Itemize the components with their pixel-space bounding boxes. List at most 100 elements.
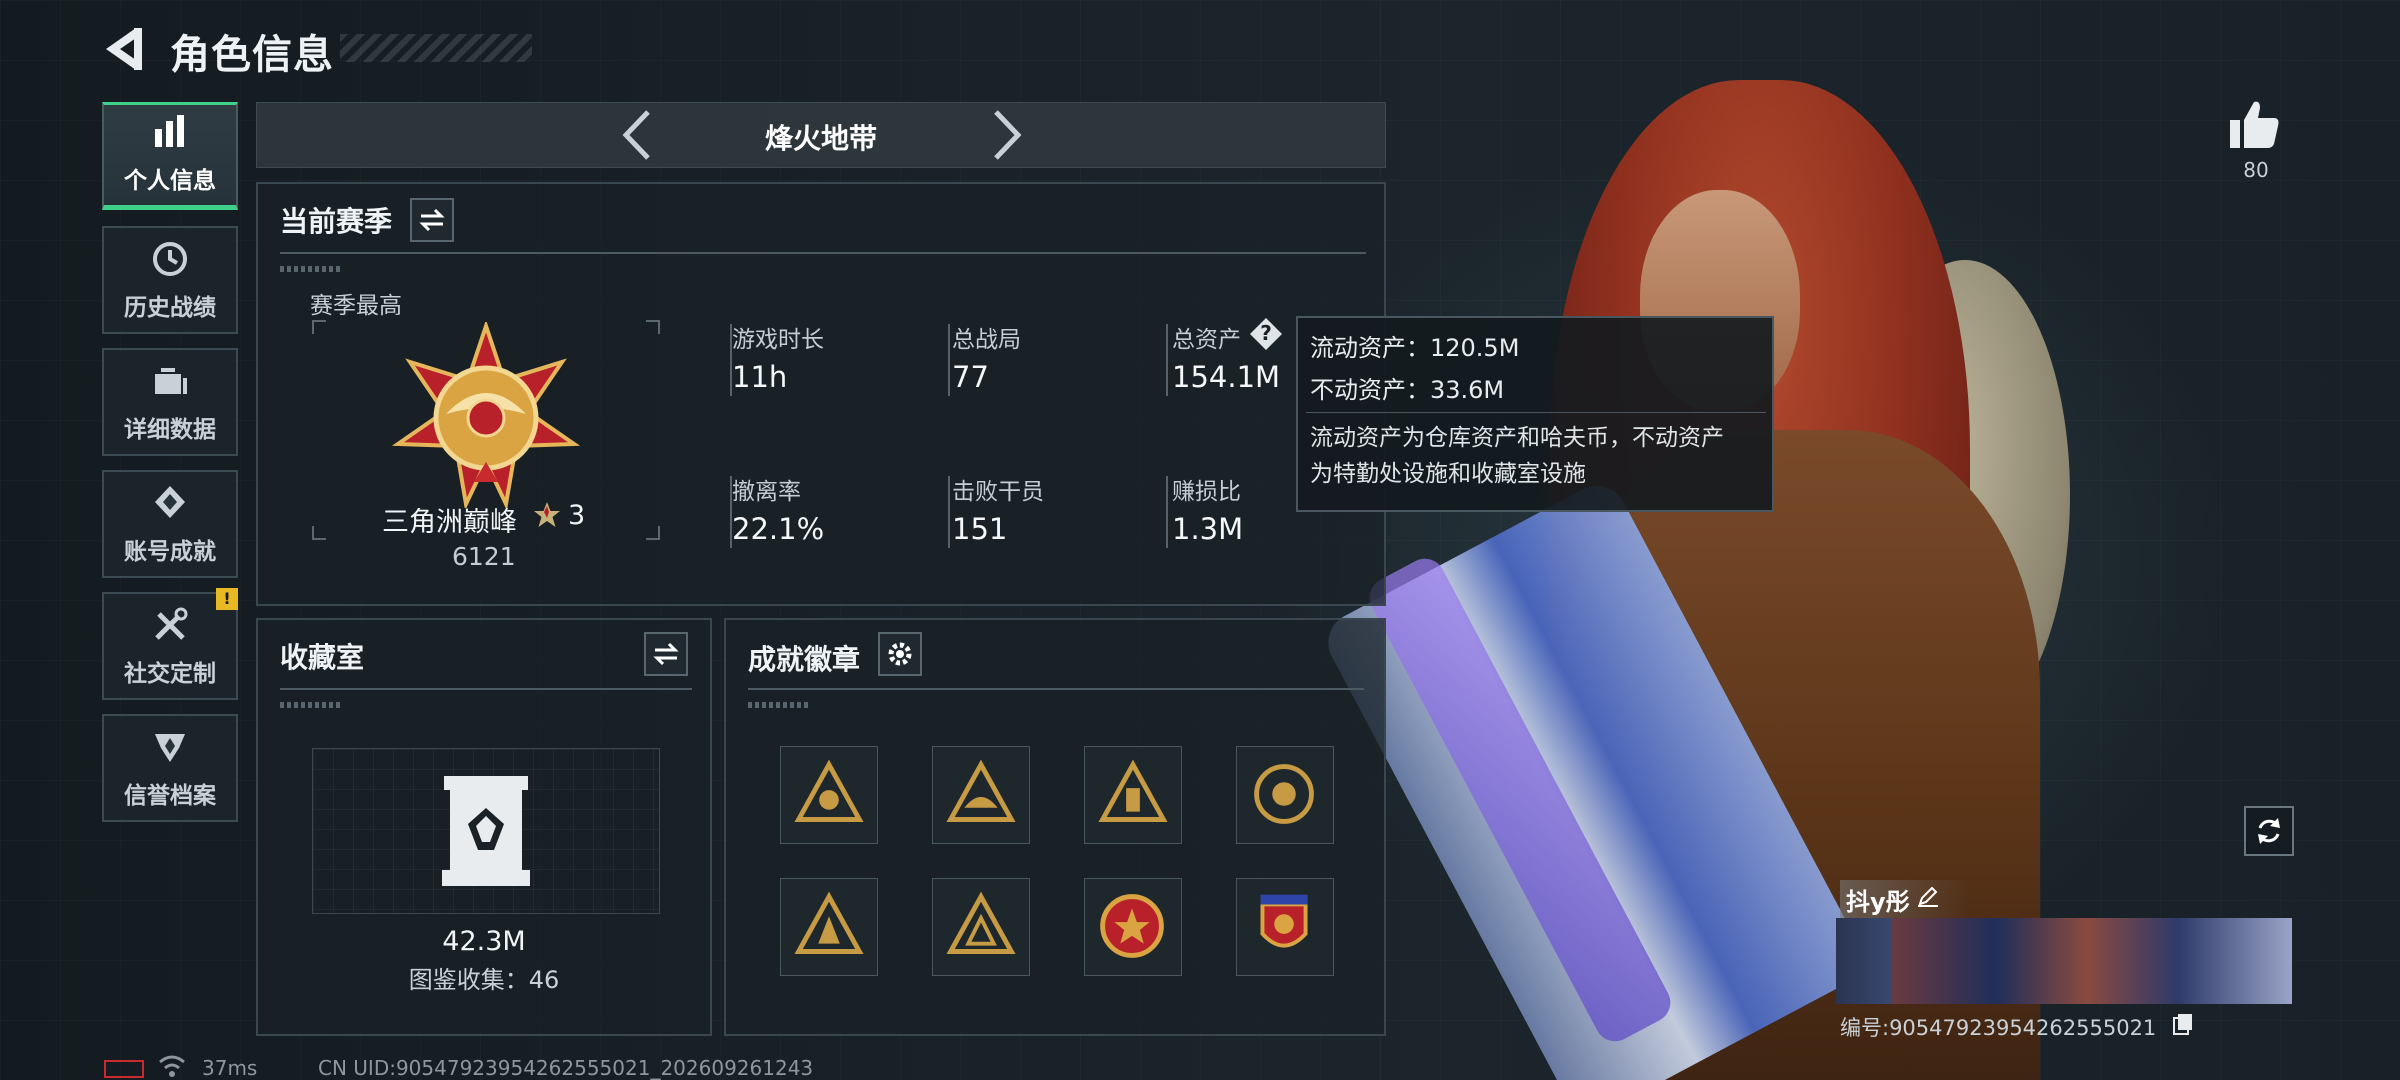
stat-label: 撤离率 <box>732 479 801 505</box>
asset-tooltip: 流动资产：120.5M 不动资产：33.6M 流动资产为仓库资产和哈夫币，不动资… <box>1296 316 1774 512</box>
sidebar-item-history[interactable]: 历史战绩 <box>102 226 238 334</box>
stat-value: 154.1M <box>1172 360 1281 394</box>
tooltip-desc-line2: 为特勤处设施和收藏室设施 <box>1310 461 1586 487</box>
sidebar-item-achievements[interactable]: 账号成就 <box>102 470 238 578</box>
season-best-label: 赛季最高 <box>310 293 402 319</box>
sidebar-item-profile[interactable]: 个人信息 <box>102 102 238 210</box>
sidebar-item-label: 账号成就 <box>124 539 216 565</box>
stat-bar <box>1166 324 1168 396</box>
collection-divider <box>280 688 692 690</box>
sidebar-item-details[interactable]: 详细数据 <box>102 348 238 456</box>
like-button[interactable] <box>2226 96 2282 152</box>
rank-stars: 3 <box>568 500 586 531</box>
history-icon <box>153 242 187 276</box>
frame-corner <box>646 320 660 334</box>
mode-name: 烽火地带 <box>764 122 877 155</box>
achievement-badge-icon[interactable] <box>932 746 1030 844</box>
like-count: 80 <box>2243 158 2269 182</box>
stat-value: 11h <box>732 360 788 394</box>
mode-selector: 烽火地带 <box>256 102 1386 168</box>
achievement-dots <box>748 702 808 708</box>
stat-label: 游戏时长 <box>732 327 824 353</box>
season-divider <box>280 252 1366 254</box>
stat-label: 击败干员 <box>952 479 1044 505</box>
back-arrow-icon <box>106 28 142 70</box>
achievement-settings-button[interactable] <box>878 632 922 676</box>
achievement-badge-icon[interactable] <box>932 878 1030 976</box>
stat-label: 总战局 <box>952 327 1021 353</box>
achievement-icon <box>155 486 185 518</box>
collection-dots <box>280 702 340 708</box>
achievement-title: 成就徽章 <box>748 643 861 676</box>
player-name: 抖y彤 <box>1840 880 1970 919</box>
stat-label: 赚损比 <box>1172 479 1241 505</box>
swap-icon <box>419 208 445 232</box>
help-icon-glyph: ? <box>1260 321 1272 345</box>
achievement-badge-icon[interactable] <box>1084 746 1182 844</box>
sidebar-item-label: 个人信息 <box>124 168 216 194</box>
achievement-badge-icon[interactable] <box>1236 878 1334 976</box>
wifi-icon <box>158 1054 186 1078</box>
copy-id-button[interactable] <box>2172 1012 2194 1036</box>
back-button[interactable] <box>100 24 146 74</box>
stat-bar <box>1166 476 1168 548</box>
tooltip-desc-line1: 流动资产为仓库资产和哈夫币，不动资产 <box>1310 425 1724 451</box>
tools-icon <box>155 607 188 640</box>
chevron-right-icon <box>994 110 1022 160</box>
sidebar-item-label: 信誉档案 <box>124 783 216 809</box>
stat-value: 77 <box>952 360 989 394</box>
nameplate-banner[interactable] <box>1836 918 2292 1004</box>
sidebar-item-label: 历史战绩 <box>124 295 216 321</box>
stat-bar <box>948 324 950 396</box>
achievement-badge-icon[interactable] <box>1236 746 1334 844</box>
tooltip-fixed: 不动资产：33.6M <box>1310 376 1505 404</box>
uid-text: CN UID:90547923954262555021_202609261243 <box>318 1056 814 1080</box>
bar-chart-icon <box>155 115 184 147</box>
season-title: 当前赛季 <box>280 205 393 238</box>
refresh-button[interactable] <box>2244 806 2294 856</box>
mode-prev-button[interactable] <box>618 108 658 162</box>
mode-next-button[interactable] <box>986 108 1026 162</box>
collection-title: 收藏室 <box>280 641 365 674</box>
stat-bar <box>948 476 950 548</box>
pencil-icon <box>1918 886 1938 907</box>
tooltip-liquid: 流动资产：120.5M <box>1310 334 1520 362</box>
sidebar-warning-badge: ! <box>216 588 238 610</box>
ping-text: 37ms <box>202 1056 258 1080</box>
achievement-badge-icon[interactable] <box>1084 878 1182 976</box>
rank-name: 三角洲巅峰 <box>382 507 517 538</box>
achievement-badge-icon[interactable] <box>780 878 878 976</box>
achievement-divider <box>748 688 1364 690</box>
frame-corner <box>312 526 326 540</box>
copy-icon <box>2173 1014 2192 1035</box>
frame-corner <box>646 526 660 540</box>
help-button[interactable]: ? <box>1248 316 1284 352</box>
sidebar-item-label: 社交定制 <box>124 661 216 687</box>
collection-count: 图鉴收集：46 <box>408 966 560 994</box>
stat-value: 1.3M <box>1172 512 1244 546</box>
sidebar-item-reputation[interactable]: 信誉档案 <box>102 714 238 822</box>
battery-icon <box>104 1060 144 1078</box>
title-decoration <box>340 34 532 62</box>
refresh-icon <box>2258 818 2280 844</box>
season-dots <box>280 266 340 272</box>
star-icon <box>532 500 562 530</box>
rank-score: 6121 <box>452 542 516 571</box>
page-title: 角色信息 <box>170 32 334 78</box>
chevron-left-icon <box>622 110 650 160</box>
stat-value: 151 <box>952 512 1008 546</box>
collection-value: 42.3M <box>442 926 526 957</box>
display-case-icon <box>440 774 532 888</box>
stat-label: 总资产 <box>1172 327 1241 353</box>
season-switch-button[interactable] <box>410 198 454 242</box>
collection-switch-button[interactable] <box>644 632 688 676</box>
edit-name-button[interactable] <box>1916 884 1940 908</box>
reputation-icon <box>155 734 185 762</box>
gear-icon <box>888 642 912 666</box>
achievement-badge-icon[interactable] <box>780 746 878 844</box>
tooltip-separator <box>1306 412 1766 413</box>
stat-value: 22.1% <box>732 512 825 546</box>
player-id: 编号:90547923954262555021 <box>1840 1016 2157 1040</box>
frame-corner <box>312 320 326 334</box>
sidebar-item-label: 详细数据 <box>124 417 216 443</box>
